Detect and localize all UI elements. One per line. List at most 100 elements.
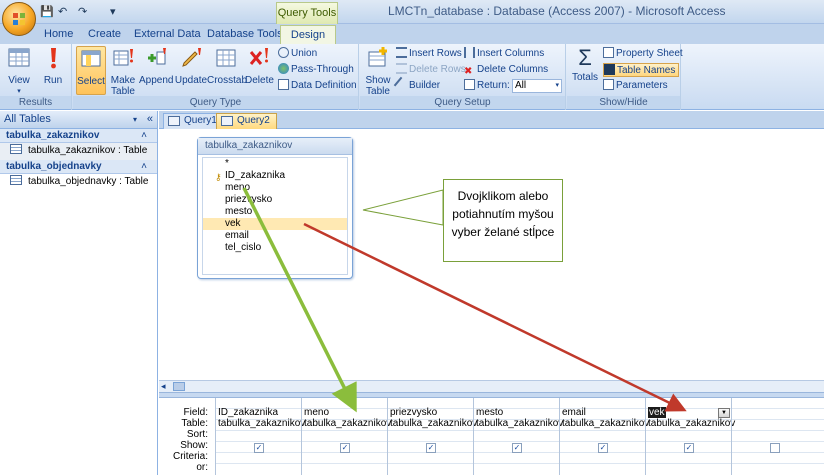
tab-external-data[interactable]: External Data [134, 26, 201, 44]
field-item[interactable]: mesto [203, 206, 347, 218]
tab-create[interactable]: Create [88, 26, 121, 44]
show-checkbox[interactable]: ✓ [512, 443, 522, 453]
grid-column[interactable]: meno tabulka_zakaznikov ✓ [301, 398, 391, 475]
tab-design[interactable]: Design [280, 25, 336, 45]
property-sheet-button[interactable]: Property Sheet [603, 47, 683, 61]
table-cell[interactable]: tabulka_zakaznikov [218, 419, 305, 429]
delete-rows-button[interactable]: Delete Rows [396, 63, 466, 77]
horizontal-scrollbar[interactable]: ◂ [159, 380, 824, 392]
builder-button[interactable]: Builder [393, 76, 441, 93]
customize-qat-icon[interactable]: ▾ [110, 4, 116, 20]
show-checkbox[interactable]: ✓ [684, 443, 694, 453]
grid-column[interactable]: email tabulka_zakaznikov ✓ [559, 398, 649, 475]
doc-tab-query2[interactable]: Query2 [216, 113, 277, 129]
make-table-button[interactable]: Make Table [109, 46, 137, 97]
show-checkbox[interactable]: ✓ [340, 443, 350, 453]
undo-icon[interactable]: ↶ [58, 4, 67, 20]
update-button[interactable]: Update [174, 46, 208, 86]
pencil-icon [182, 48, 201, 67]
append-button[interactable]: Append [139, 46, 173, 86]
view-button[interactable]: View ▾ [4, 46, 34, 97]
field-item-selected[interactable]: vek [203, 218, 347, 230]
field-cell-active[interactable]: vek [648, 407, 666, 418]
field-cell-value: vek [648, 407, 666, 418]
nav-item-tabulka-zakaznikov[interactable]: tabulka_zakaznikov : Table [0, 143, 157, 160]
table-names-button[interactable]: Table Names [603, 63, 680, 77]
insert-rows-button[interactable]: Insert Rows [396, 47, 462, 61]
delete-rows-icon [396, 63, 407, 74]
callout-text: Dvojklikom alebo potiahnutím myšou vyber… [451, 189, 555, 239]
scroll-thumb[interactable] [173, 382, 185, 391]
show-table-button[interactable]: Show Table [364, 46, 392, 97]
field-item[interactable]: email [203, 230, 347, 242]
field-list-title[interactable]: tabulka_zakaznikov [198, 138, 352, 155]
office-button[interactable] [2, 2, 36, 36]
chevron-up-icon[interactable]: ˄ [141, 160, 147, 173]
row-label-criteria: Criteria: [172, 451, 208, 462]
field-item-primary-key[interactable]: ⚷ ID_zakaznika [203, 170, 347, 182]
collapse-pane-icon[interactable]: « [147, 111, 153, 128]
nav-group-tabulka-zakaznikov[interactable]: tabulka_zakaznikov ˄ [0, 129, 157, 143]
doc-tab-query1[interactable]: Query1 [163, 113, 224, 129]
return-select[interactable]: All ▾ [512, 79, 562, 93]
crosstab-button[interactable]: Crosstab [207, 46, 247, 86]
parameters-button[interactable]: Parameters [603, 79, 668, 93]
group-show-hide: Σ Totals Property Sheet Table Names Para… [567, 44, 683, 110]
grid-column[interactable]: priezvysko tabulka_zakaznikov ✓ [387, 398, 477, 475]
scroll-left-icon[interactable]: ◂ [161, 381, 166, 392]
nav-group-tabulka-objednavky[interactable]: tabulka_objednavky ˄ [0, 160, 157, 174]
chevron-down-icon[interactable]: ▼ [718, 408, 730, 418]
pass-through-button[interactable]: Pass-Through [278, 63, 354, 77]
union-button[interactable]: Union [278, 47, 317, 61]
append-label: Append [139, 75, 174, 86]
show-checkbox[interactable]: ✓ [254, 443, 264, 453]
make-table-icon [113, 49, 133, 66]
table-names-label: Table Names [617, 65, 676, 76]
tab-home[interactable]: Home [44, 26, 73, 44]
run-button[interactable]: Run [38, 46, 68, 86]
table-cell[interactable]: tabulka_zakaznikov [562, 419, 649, 429]
table-cell[interactable]: tabulka_zakaznikov [648, 419, 735, 429]
field-item[interactable]: * [203, 158, 347, 170]
field-item[interactable]: priezvysko [203, 194, 347, 206]
delete-columns-label: Delete Columns [477, 64, 549, 75]
chevron-down-icon[interactable]: ▾ [133, 111, 137, 128]
tab-database-tools[interactable]: Database Tools [207, 26, 283, 44]
return-icon [464, 79, 475, 90]
property-sheet-label: Property Sheet [616, 48, 683, 59]
field-item[interactable]: meno [203, 182, 347, 194]
table-cell[interactable]: tabulka_zakaznikov [304, 419, 391, 429]
show-checkbox[interactable]: ✓ [598, 443, 608, 453]
save-icon[interactable]: 💾 [40, 4, 54, 20]
results-group-label: Results [0, 96, 71, 109]
field-cell[interactable]: mesto [476, 408, 503, 418]
field-cell[interactable]: meno [304, 408, 329, 418]
insert-columns-icon [464, 47, 475, 58]
chevron-up-icon[interactable]: ˄ [141, 129, 147, 142]
grid-column[interactable]: mesto tabulka_zakaznikov ✓ [473, 398, 563, 475]
delete-label: Delete [245, 75, 274, 86]
redo-icon[interactable]: ↷ [78, 4, 87, 20]
table-cell[interactable]: tabulka_zakaznikov [476, 419, 563, 429]
grid-column-active[interactable]: vek ▼ tabulka_zakaznikov ✓ [645, 398, 735, 475]
delete-button[interactable]: Delete [245, 46, 274, 86]
grid-column-empty[interactable] [731, 398, 824, 475]
field-list-window[interactable]: tabulka_zakaznikov * ⚷ ID_zakaznika meno … [197, 137, 353, 279]
grid-column[interactable]: ID_zakaznika tabulka_zakaznikov ✓ [215, 398, 305, 475]
field-item[interactable]: tel_cislo [203, 242, 347, 254]
insert-columns-button[interactable]: Insert Columns [464, 47, 544, 61]
field-cell[interactable]: ID_zakaznika [218, 408, 278, 418]
nav-header[interactable]: All Tables ▾ « [0, 111, 157, 129]
nav-item-tabulka-objednavky[interactable]: tabulka_objednavky : Table [0, 174, 157, 191]
field-cell[interactable]: email [562, 408, 586, 418]
table-cell[interactable]: tabulka_zakaznikov [390, 419, 477, 429]
show-checkbox[interactable] [770, 443, 780, 453]
delete-columns-button[interactable]: ✖ Delete Columns [464, 63, 548, 77]
show-checkbox[interactable]: ✓ [426, 443, 436, 453]
totals-button[interactable]: Σ Totals [570, 46, 600, 84]
data-definition-button[interactable]: Data Definition [278, 79, 357, 93]
builder-label: Builder [409, 80, 441, 91]
select-button[interactable]: Select [76, 46, 106, 95]
insert-columns-label: Insert Columns [477, 48, 545, 59]
field-cell[interactable]: priezvysko [390, 408, 437, 418]
